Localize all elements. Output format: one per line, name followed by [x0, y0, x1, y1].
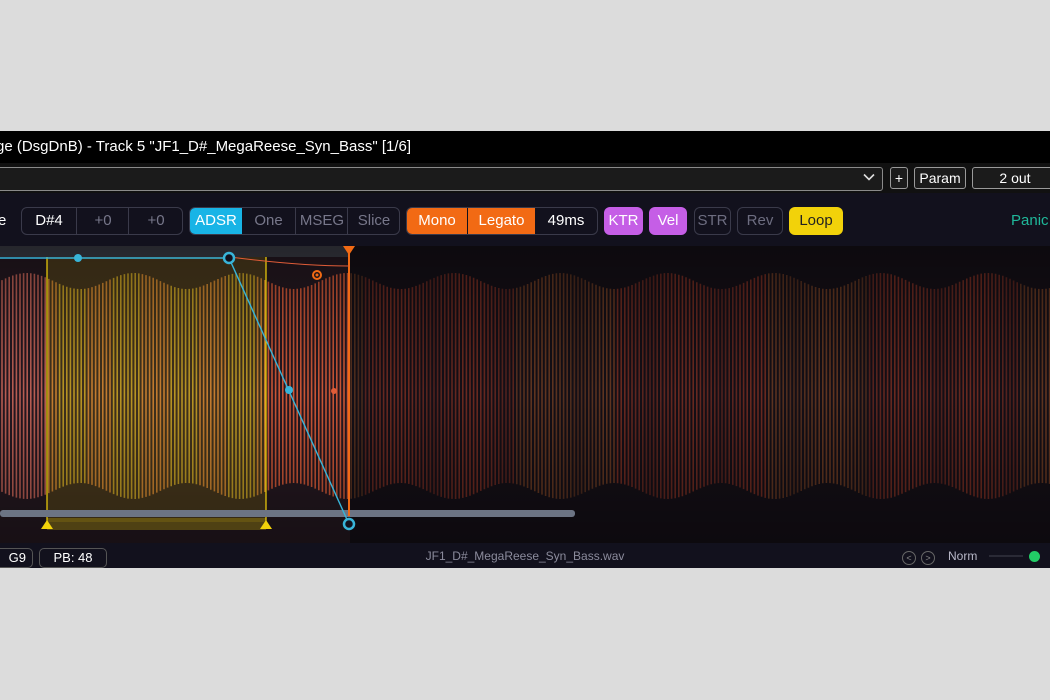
curve-handle[interactable]: [285, 386, 293, 394]
preset-dropdown[interactable]: [0, 167, 883, 191]
str-button[interactable]: STR: [694, 207, 731, 235]
param-button[interactable]: Param: [914, 167, 966, 189]
rev-button[interactable]: Rev: [737, 207, 783, 235]
root-note-field[interactable]: D#4: [22, 208, 76, 234]
voice-group: Mono Legato 49ms: [406, 207, 598, 235]
vel-button[interactable]: Vel: [649, 207, 687, 235]
loop-region[interactable]: [47, 257, 266, 522]
output-select[interactable]: 2 out: [972, 167, 1050, 189]
env-mode-one[interactable]: One: [242, 208, 295, 234]
transpose-field-2[interactable]: +0: [128, 208, 183, 234]
waveform-display[interactable]: [0, 246, 1050, 543]
glide-time-field[interactable]: 49ms: [535, 208, 597, 234]
loop-bar: [47, 518, 266, 530]
mono-button[interactable]: Mono: [407, 208, 467, 234]
window-title: ge (DsgDnB) - Track 5 "JF1_D#_MegaReese_…: [0, 138, 412, 155]
loop-button[interactable]: Loop: [789, 207, 843, 235]
legato-button[interactable]: Legato: [468, 208, 535, 234]
release-handle[interactable]: [342, 517, 356, 531]
pitch-group: D#4 +0 +0: [21, 207, 183, 235]
status-bar: G9 PB: 48 JF1_D#_MegaReese_Syn_Bass.wav …: [0, 543, 1050, 568]
plugin-window: ge (DsgDnB) - Track 5 "JF1_D#_MegaReese_…: [0, 131, 1050, 568]
waveform-canvas: [0, 246, 1050, 543]
env-mode-mseg[interactable]: MSEG: [295, 208, 348, 234]
decay-handle[interactable]: [222, 251, 236, 265]
sampler-plugin: e D#4 +0 +0 ADSR One MSEG Slice Mono Leg…: [0, 193, 1050, 568]
norm-slider-track[interactable]: [989, 555, 1023, 557]
transpose-field-1[interactable]: +0: [76, 208, 129, 234]
ktr-button[interactable]: KTR: [604, 207, 643, 235]
normalize-label[interactable]: Norm: [948, 549, 977, 563]
host-toolbar: + Param 2 out: [0, 163, 1050, 193]
prev-sample-button[interactable]: <: [902, 551, 916, 565]
panic-button[interactable]: Panic: [1011, 207, 1049, 235]
next-sample-button[interactable]: >: [921, 551, 935, 565]
horizontal-scrollbar[interactable]: [0, 510, 575, 517]
sample-filename: JF1_D#_MegaReese_Syn_Bass.wav: [425, 549, 625, 563]
plugin-toolbar: e D#4 +0 +0 ADSR One MSEG Slice Mono Leg…: [0, 193, 1050, 245]
status-led-icon: [1029, 551, 1040, 562]
fade-mid-point[interactable]: [331, 388, 337, 394]
chevron-down-icon: [863, 173, 875, 181]
fade-handle-dot: [315, 273, 319, 277]
env-mode-adsr[interactable]: ADSR: [190, 208, 242, 234]
add-button[interactable]: +: [890, 167, 908, 189]
attack-handle[interactable]: [74, 254, 82, 262]
title-bar: ge (DsgDnB) - Track 5 "JF1_D#_MegaReese_…: [0, 131, 1050, 163]
env-mode-slice[interactable]: Slice: [347, 208, 400, 234]
mode-label: e: [0, 212, 7, 229]
envelope-mode-group: ADSR One MSEG Slice: [189, 207, 400, 235]
